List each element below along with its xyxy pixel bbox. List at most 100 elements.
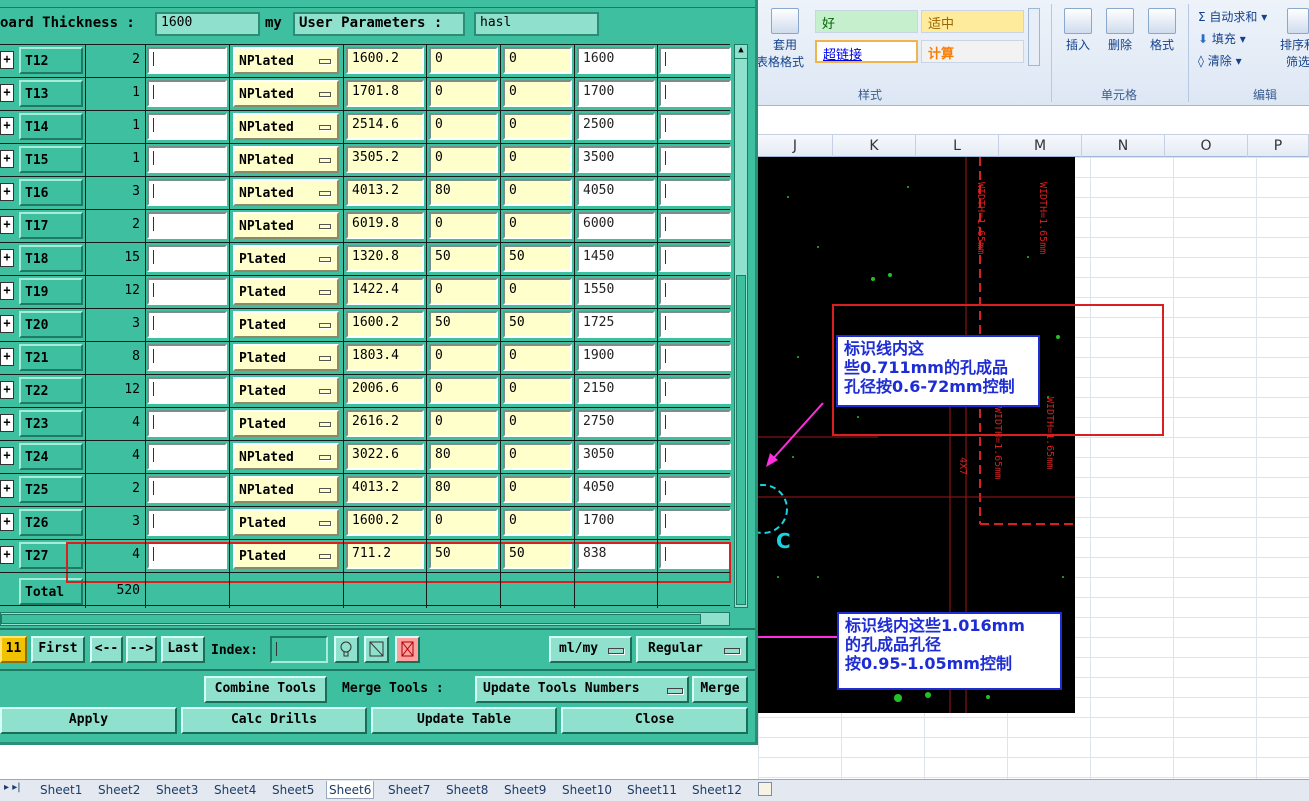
apply-button[interactable]: Apply <box>0 707 177 734</box>
expand-icon[interactable]: + <box>0 249 14 267</box>
column-header[interactable]: P <box>1248 135 1309 157</box>
expand-icon[interactable]: + <box>0 51 14 69</box>
tool-name-button[interactable]: T24 <box>19 443 83 470</box>
mode-dropdown[interactable]: Regular <box>636 636 748 663</box>
plus-tolerance-input[interactable]: 0 <box>429 212 498 239</box>
expand-icon[interactable]: + <box>0 513 14 531</box>
sheet-tab[interactable]: Sheet5 <box>270 781 316 799</box>
drill-size-input[interactable]: 3500 <box>577 146 655 173</box>
tool-name-button[interactable]: T19 <box>19 278 83 305</box>
scroll-thumb[interactable] <box>1 614 701 624</box>
plus-tolerance-input[interactable]: 80 <box>429 476 498 503</box>
select-icon[interactable] <box>364 636 389 663</box>
sheet-tab[interactable]: Sheet11 <box>625 781 679 799</box>
plus-tolerance-input[interactable]: 80 <box>429 443 498 470</box>
extra-input[interactable] <box>659 212 731 239</box>
minus-tolerance-input[interactable]: 0 <box>503 443 572 470</box>
extra-input[interactable] <box>659 443 731 470</box>
insert-sheet-icon[interactable] <box>758 782 772 796</box>
comment-input[interactable] <box>147 179 227 206</box>
comment-input[interactable] <box>147 212 227 239</box>
comment-input[interactable] <box>147 245 227 272</box>
plating-dropdown[interactable]: NPlated <box>233 212 339 239</box>
style-good[interactable]: 好 <box>815 10 918 33</box>
comment-input[interactable] <box>147 311 227 338</box>
extra-input[interactable] <box>659 509 731 536</box>
plus-tolerance-input[interactable]: 0 <box>429 344 498 371</box>
minus-tolerance-input[interactable]: 0 <box>503 113 572 140</box>
plating-dropdown[interactable]: NPlated <box>233 146 339 173</box>
finished-size-input[interactable]: 1600.2 <box>346 509 424 536</box>
finished-size-input[interactable]: 2514.6 <box>346 113 424 140</box>
drill-size-input[interactable]: 4050 <box>577 179 655 206</box>
expand-icon[interactable]: + <box>0 546 14 564</box>
extra-input[interactable] <box>659 245 731 272</box>
minus-tolerance-input[interactable]: 0 <box>503 47 572 74</box>
finished-size-input[interactable]: 1803.4 <box>346 344 424 371</box>
tool-name-button[interactable]: T16 <box>19 179 83 206</box>
expand-icon[interactable]: + <box>0 84 14 102</box>
finished-size-input[interactable]: 3022.6 <box>346 443 424 470</box>
minus-tolerance-input[interactable]: 0 <box>503 80 572 107</box>
expand-icon[interactable]: + <box>0 117 14 135</box>
drill-size-input[interactable]: 1725 <box>577 311 655 338</box>
expand-icon[interactable]: + <box>0 216 14 234</box>
comment-input[interactable] <box>147 410 227 437</box>
extra-input[interactable] <box>659 146 731 173</box>
minus-tolerance-input[interactable]: 0 <box>503 377 572 404</box>
fill-button[interactable]: ⬇ 填充 ▾ <box>1198 30 1246 47</box>
autosum-button[interactable]: Σ 自动求和 ▾ <box>1198 8 1267 25</box>
scroll-up-icon[interactable]: ▲ <box>735 45 747 59</box>
drill-size-input[interactable]: 2500 <box>577 113 655 140</box>
tool-name-button[interactable]: T20 <box>19 311 83 338</box>
drill-size-input[interactable]: 1450 <box>577 245 655 272</box>
sheet-tab[interactable]: Sheet12 <box>690 781 744 799</box>
tool-name-button[interactable]: T25 <box>19 476 83 503</box>
comment-input[interactable] <box>147 377 227 404</box>
tool-name-button[interactable]: T18 <box>19 245 83 272</box>
plus-tolerance-input[interactable]: 0 <box>429 509 498 536</box>
extra-input[interactable] <box>659 410 731 437</box>
next-button[interactable]: --> <box>126 636 157 663</box>
update-table-button[interactable]: Update Table <box>371 707 557 734</box>
sheet-tab[interactable]: Sheet8 <box>444 781 490 799</box>
drill-size-input[interactable]: 1600 <box>577 47 655 74</box>
minus-tolerance-input[interactable]: 50 <box>503 245 572 272</box>
minus-tolerance-input[interactable]: 50 <box>503 311 572 338</box>
comment-input[interactable] <box>147 47 227 74</box>
minus-tolerance-input[interactable]: 0 <box>503 278 572 305</box>
plus-tolerance-input[interactable]: 0 <box>429 377 498 404</box>
finished-size-input[interactable]: 1320.8 <box>346 245 424 272</box>
calc-drills-button[interactable]: Calc Drills <box>181 707 367 734</box>
horizontal-scrollbar[interactable] <box>0 612 730 626</box>
plating-dropdown[interactable]: Plated <box>233 245 339 272</box>
drill-size-input[interactable]: 3050 <box>577 443 655 470</box>
extra-input[interactable] <box>659 113 731 140</box>
scroll-thumb[interactable] <box>736 275 746 605</box>
column-header[interactable]: J <box>758 135 833 157</box>
finished-size-input[interactable]: 1422.4 <box>346 278 424 305</box>
expand-icon[interactable]: + <box>0 447 14 465</box>
sheet-tab[interactable]: Sheet1 <box>38 781 84 799</box>
board-thickness-input[interactable]: 1600 <box>155 12 260 36</box>
plating-dropdown[interactable]: NPlated <box>233 80 339 107</box>
sheet-tab-active[interactable]: Sheet6 <box>326 781 375 799</box>
insert-button[interactable]: 插入 <box>1058 8 1098 53</box>
column-header[interactable]: L <box>916 135 999 157</box>
tool-name-button[interactable]: T13 <box>19 80 83 107</box>
finished-size-input[interactable]: 2616.2 <box>346 410 424 437</box>
expand-icon[interactable]: + <box>0 282 14 300</box>
expand-icon[interactable]: + <box>0 381 14 399</box>
sheet-tab[interactable]: Sheet7 <box>386 781 432 799</box>
finished-size-input[interactable]: 4013.2 <box>346 179 424 206</box>
plating-dropdown[interactable]: NPlated <box>233 443 339 470</box>
finished-size-input[interactable]: 1600.2 <box>346 47 424 74</box>
finished-size-input[interactable]: 1701.8 <box>346 80 424 107</box>
minus-tolerance-input[interactable]: 0 <box>503 344 572 371</box>
styles-scroll[interactable] <box>1028 8 1040 66</box>
comment-input[interactable] <box>147 278 227 305</box>
minus-tolerance-input[interactable]: 0 <box>503 410 572 437</box>
comment-input[interactable] <box>147 344 227 371</box>
finished-size-input[interactable]: 4013.2 <box>346 476 424 503</box>
minus-tolerance-input[interactable]: 0 <box>503 212 572 239</box>
